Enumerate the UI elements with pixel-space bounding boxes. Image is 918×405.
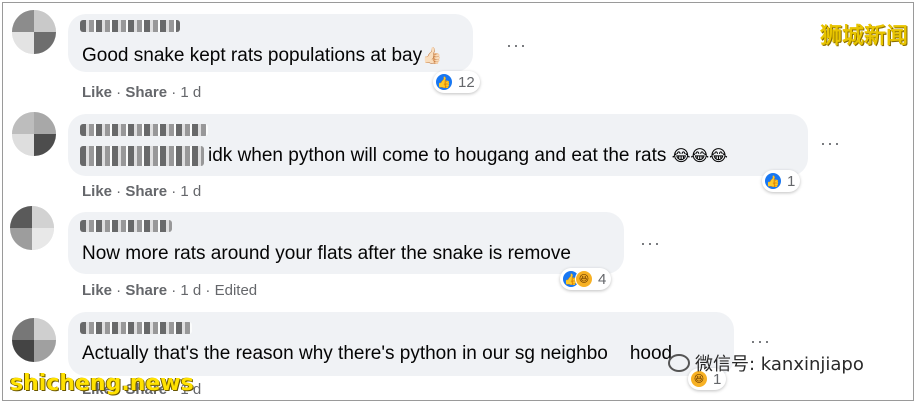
more-options-button[interactable]: ··· bbox=[506, 36, 527, 54]
comment-text: idk when python will come to hougang and… bbox=[208, 145, 728, 166]
timestamp[interactable]: 1 d bbox=[180, 84, 201, 101]
blurred-text bbox=[80, 146, 204, 166]
watermark-top: 狮城新闻 bbox=[819, 24, 908, 49]
comment-actions: Like · Share · 1 d · Edited bbox=[82, 282, 258, 299]
like-link[interactable]: Like bbox=[82, 84, 112, 101]
comment-actions: Like · Share · 1 d bbox=[82, 84, 202, 101]
commenter-name[interactable] bbox=[80, 220, 172, 232]
commenter-name[interactable] bbox=[80, 20, 180, 32]
like-link[interactable]: Like bbox=[82, 183, 112, 200]
share-link[interactable]: Share bbox=[125, 183, 167, 200]
timestamp[interactable]: 1 d bbox=[180, 282, 201, 299]
share-link[interactable]: Share bbox=[125, 282, 167, 299]
commenter-name[interactable] bbox=[80, 124, 208, 136]
like-icon: 👍 bbox=[764, 172, 782, 190]
avatar[interactable] bbox=[12, 112, 56, 156]
edited-label[interactable]: Edited bbox=[215, 282, 258, 299]
avatar[interactable] bbox=[12, 318, 56, 362]
reaction-summary[interactable]: 👍 12 bbox=[433, 71, 480, 93]
share-link[interactable]: Share bbox=[125, 84, 167, 101]
reaction-summary[interactable]: 👍 😆 4 bbox=[560, 268, 612, 290]
comment-actions: Like · Share · 1 d bbox=[82, 183, 202, 200]
wechat-watermark: 微信号: kanxinjiapo bbox=[668, 350, 864, 376]
comment-text: Actually that's the reason why there's p… bbox=[82, 343, 673, 364]
like-link[interactable]: Like bbox=[82, 282, 112, 299]
timestamp[interactable]: 1 d bbox=[180, 183, 201, 200]
avatar[interactable] bbox=[10, 206, 54, 250]
commenter-name[interactable] bbox=[80, 322, 192, 334]
more-options-button[interactable]: ··· bbox=[640, 234, 661, 252]
comment-text: Good snake kept rats populations at bay👍… bbox=[82, 45, 443, 66]
more-options-button[interactable]: ··· bbox=[750, 332, 771, 350]
like-icon: 👍 bbox=[435, 73, 453, 91]
comment-text: Now more rats around your flats after th… bbox=[82, 243, 571, 264]
haha-icon: 😆 bbox=[575, 270, 593, 288]
more-options-button[interactable]: ··· bbox=[820, 134, 841, 152]
wechat-icon bbox=[668, 354, 690, 372]
avatar[interactable] bbox=[12, 10, 56, 54]
watermark-bottom: shicheng.news bbox=[10, 371, 194, 396]
reaction-summary[interactable]: 👍 1 bbox=[762, 170, 801, 192]
